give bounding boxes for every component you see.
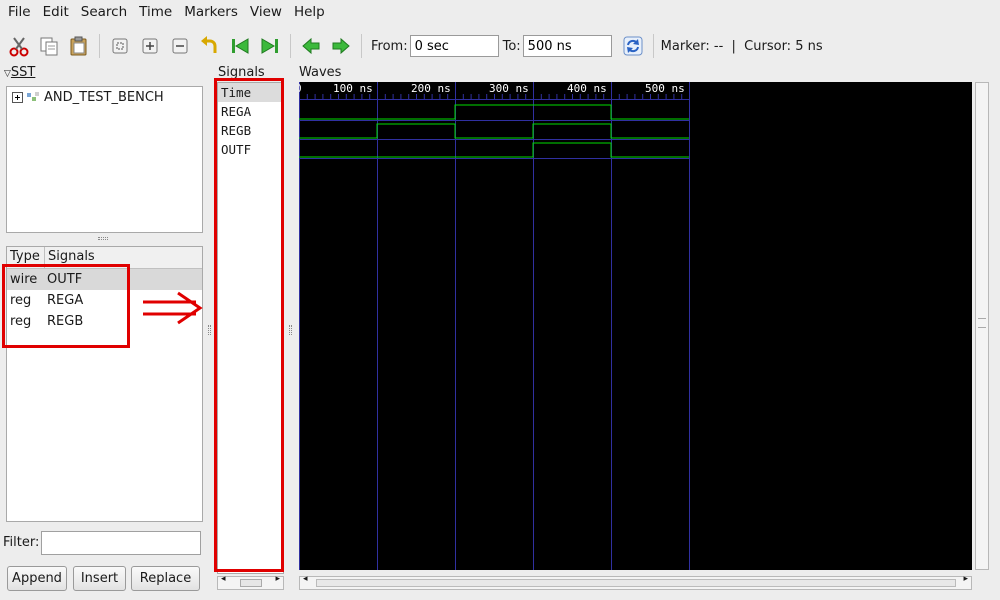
waves-hscrollbar[interactable]: ◂ ▸	[299, 574, 972, 590]
waveform-svg: 0 100 ns 200 ns 300 ns 400 ns 500 ns	[295, 82, 690, 570]
reload-icon[interactable]	[620, 33, 646, 59]
prev-edge-icon[interactable]	[298, 33, 324, 59]
from-label: From:	[371, 38, 408, 54]
scroll-thumb[interactable]	[240, 579, 262, 587]
collapse-triangle-icon[interactable]: ▽	[4, 69, 11, 79]
menu-time[interactable]: Time	[133, 0, 178, 24]
menu-edit[interactable]: Edit	[37, 0, 75, 24]
sst-tree: AND_TEST_BENCH	[6, 86, 203, 233]
next-edge-icon[interactable]	[328, 33, 354, 59]
scroll-thumb[interactable]	[316, 579, 956, 587]
from-input[interactable]	[409, 35, 499, 57]
zoom-in-icon[interactable]	[137, 33, 163, 59]
time-tick-label: 100 ns	[333, 82, 373, 95]
jump-start-icon[interactable]	[227, 33, 253, 59]
highlight-box-signal-list	[2, 264, 130, 348]
scroll-right-icon[interactable]: ▸	[963, 574, 968, 584]
to-input[interactable]	[522, 35, 612, 57]
tree-item[interactable]: AND_TEST_BENCH	[7, 87, 202, 107]
module-icon	[27, 92, 39, 101]
time-tick-label: 400 ns	[567, 82, 607, 95]
paste-icon[interactable]	[66, 33, 92, 59]
right-arrow-icon	[143, 291, 203, 325]
zoom-out-icon[interactable]	[167, 33, 193, 59]
waves-vscrollbar[interactable]	[975, 82, 989, 570]
pane-splitter-grip[interactable]	[98, 237, 108, 240]
scroll-left-icon[interactable]: ◂	[221, 574, 226, 584]
cut-icon[interactable]	[6, 33, 32, 59]
scroll-right-icon[interactable]: ▸	[275, 574, 280, 584]
toolbar: From: To: Marker: -- | Cursor: 5 ns	[0, 26, 1000, 66]
sst-title[interactable]: ▽SST	[2, 65, 38, 80]
replace-button[interactable]: Replace	[131, 566, 200, 591]
time-tick-label: 0	[299, 82, 302, 95]
insert-button[interactable]: Insert	[73, 566, 126, 591]
tree-item-label: AND_TEST_BENCH	[44, 89, 164, 105]
copy-icon[interactable]	[36, 33, 62, 59]
zoom-fit-icon[interactable]	[107, 33, 133, 59]
undo-zoom-icon[interactable]	[197, 33, 223, 59]
waveform-regb	[299, 123, 689, 139]
menu-markers[interactable]: Markers	[178, 0, 244, 24]
menu-help[interactable]: Help	[288, 0, 331, 24]
toolbar-separator	[99, 34, 100, 58]
menu-view[interactable]: View	[244, 0, 288, 24]
time-tick-label: 500 ns	[645, 82, 685, 95]
pane-splitter-grip[interactable]	[289, 325, 292, 335]
expand-icon[interactable]	[12, 91, 23, 103]
jump-end-icon[interactable]	[257, 33, 283, 59]
pane-splitter-grip[interactable]	[208, 325, 211, 335]
filter-input[interactable]	[41, 531, 201, 555]
time-tick-label: 200 ns	[411, 82, 451, 95]
menu-file[interactable]: File	[2, 0, 37, 24]
scroll-thumb[interactable]	[978, 318, 986, 328]
toolbar-separator	[361, 34, 362, 58]
waves-title: Waves	[297, 65, 344, 80]
to-label: To:	[502, 38, 521, 54]
menubar: File Edit Search Time Markers View Help	[0, 0, 1000, 24]
scroll-left-icon[interactable]: ◂	[303, 574, 308, 584]
waveform-outf	[299, 142, 689, 158]
time-tick-label: 300 ns	[489, 82, 529, 95]
menu-search[interactable]: Search	[75, 0, 133, 24]
waveform-rega	[299, 104, 689, 120]
waveform-canvas[interactable]: 0 100 ns 200 ns 300 ns 400 ns 500 ns	[295, 82, 972, 570]
toolbar-separator	[652, 34, 654, 58]
filter-label: Filter:	[3, 535, 40, 550]
toolbar-separator	[290, 34, 291, 58]
signals-hscrollbar[interactable]: ◂ ▸	[217, 574, 284, 590]
highlight-box-signals-pane	[214, 78, 284, 572]
marker-cursor-status: Marker: -- | Cursor: 5 ns	[660, 38, 823, 54]
append-button[interactable]: Append	[7, 566, 67, 591]
